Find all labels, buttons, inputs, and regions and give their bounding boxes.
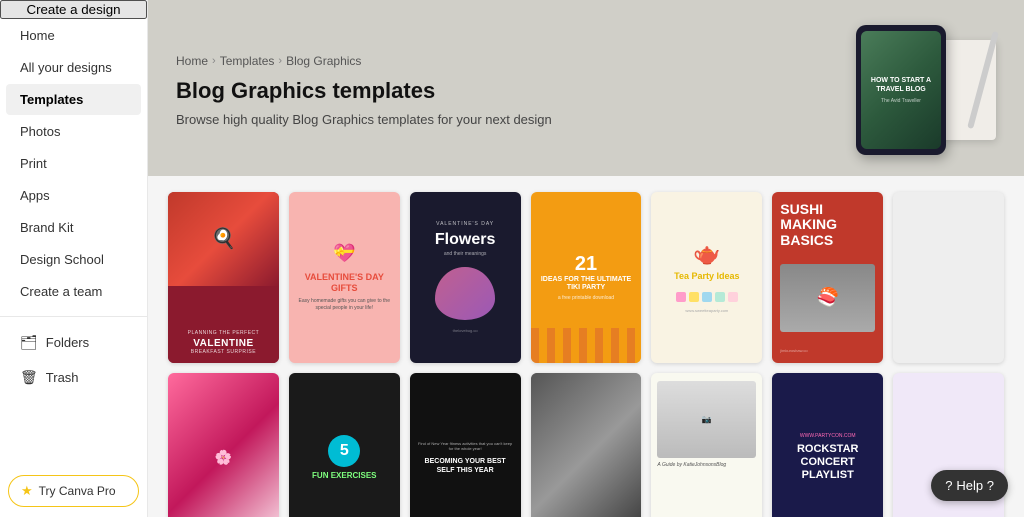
cup-3 <box>702 292 712 302</box>
breadcrumb-sep-2: › <box>278 55 282 67</box>
breadcrumb: Home › Templates › Blog Graphics <box>176 54 776 68</box>
breadcrumb-current: Blog Graphics <box>286 54 361 68</box>
guide-author: A Guide by KatieJohnsonsBlog <box>657 462 756 468</box>
try-pro-button[interactable]: ★ Try Canva Pro <box>8 475 139 507</box>
sidebar-item-design-school[interactable]: Design School <box>6 244 141 275</box>
sidebar-item-all-designs[interactable]: All your designs <box>6 52 141 83</box>
exercises-title: FUN EXERCISES <box>312 471 376 481</box>
template-card-placeholder-r1[interactable] <box>893 192 1004 363</box>
phone-subtext: The Avid Traveller <box>881 98 921 104</box>
star-icon: ★ <box>21 483 33 499</box>
flowers-site: thelovebug.co <box>453 328 478 333</box>
teaparty-site: www.sweetteaparty.com <box>685 308 728 313</box>
template-card-teaparty[interactable]: 🫖 Tea Party Ideas www.sweetteaparty.com <box>651 192 762 363</box>
template-card-guide[interactable]: 📷 A Guide by KatieJohnsonsBlog <box>651 373 762 517</box>
sidebar-item-apps[interactable]: Apps <box>6 180 141 211</box>
card-large-text: VALENTINE <box>172 338 275 349</box>
cup-4 <box>715 292 725 302</box>
template-card-exercises[interactable]: 5 FUN EXERCISES <box>289 373 400 517</box>
template-card-bestself[interactable]: Find of New Year fitness activities that… <box>410 373 521 517</box>
cup-5 <box>728 292 738 302</box>
teaparty-icon: 🫖 <box>693 241 720 267</box>
tiki-sub: a free printable download <box>558 295 614 301</box>
bestself-top-text: Find of New Year fitness activities that… <box>418 441 513 451</box>
food-image: 🍳 <box>168 192 279 286</box>
tiki-number: 21 <box>575 254 597 274</box>
exercises-number: 5 <box>328 435 360 467</box>
template-card-valentine[interactable]: 🍳 planning the perfect VALENTINE breakfa… <box>168 192 279 363</box>
tiki-pattern <box>531 328 642 362</box>
card-bottom-text: planning the perfect VALENTINE breakfast… <box>168 324 279 363</box>
template-card-pink[interactable]: 🌸 <box>168 373 279 517</box>
template-card-sushi[interactable]: SUSHI MAKING BASICS 🍣 jimkuroshaw.co <box>772 192 883 363</box>
sidebar-item-trash[interactable]: 🗑 Trash <box>6 361 141 394</box>
bestself-title: BECOMING YOUR BEST SELF THIS YEAR <box>418 457 513 475</box>
sidebar-item-create-team[interactable]: Create a team <box>6 276 141 307</box>
breadcrumb-home[interactable]: Home <box>176 54 208 68</box>
template-card-rockstar[interactable]: WWW.PARTYCON.COM ROCKSTAR CONCERT PLAYLI… <box>772 373 883 517</box>
help-icon: ? <box>945 478 952 493</box>
pink-inner: 🌸 <box>168 373 279 517</box>
phone-screen: HOW TO START A TRAVEL BLOG The Avid Trav… <box>861 31 941 149</box>
folder-icon: 🗂 <box>20 334 38 351</box>
create-design-button[interactable]: Create a design <box>0 0 147 19</box>
gifts-subtitle: Easy homemade gifts you can give to the … <box>297 298 392 311</box>
flowers-title: Flowers <box>435 231 495 249</box>
teaparty-title: Tea Party Ideas <box>674 271 739 282</box>
main-content: Home › Templates › Blog Graphics Blog Gr… <box>148 0 1024 517</box>
sidebar-item-brand-kit[interactable]: Brand Kit <box>6 212 141 243</box>
page-title: Blog Graphics templates <box>176 78 776 104</box>
template-card-gifts[interactable]: 💝 VALENTINE'S DAY GIFTS Easy homemade gi… <box>289 192 400 363</box>
teaparty-cups <box>676 292 738 302</box>
card-small-text: planning the perfect <box>172 330 275 336</box>
guide-image: 📷 <box>657 381 756 458</box>
sidebar-item-folders[interactable]: 🗂 Folders <box>6 326 141 359</box>
hero-image: HOW TO START A TRAVEL BLOG The Avid Trav… <box>776 20 996 160</box>
breadcrumb-templates[interactable]: Templates <box>220 54 275 68</box>
rockstar-site: WWW.PARTYCON.COM <box>800 433 856 439</box>
sidebar-item-print[interactable]: Print <box>6 148 141 179</box>
hearts-decoration: 💝 <box>333 243 355 264</box>
templates-grid-section: 🍳 planning the perfect VALENTINE breakfa… <box>148 176 1024 517</box>
sidebar-bottom: ★ Try Canva Pro <box>0 465 147 517</box>
templates-grid: 🍳 planning the perfect VALENTINE breakfa… <box>168 192 1004 517</box>
breadcrumb-sep-1: › <box>212 55 216 67</box>
cup-2 <box>689 292 699 302</box>
hero-banner: Home › Templates › Blog Graphics Blog Gr… <box>148 0 1024 176</box>
help-label: Help ? <box>956 478 994 493</box>
sidebar-item-templates[interactable]: Templates <box>6 84 141 115</box>
card-sub-text: breakfast surprise <box>172 349 275 355</box>
flowers-sub: and their meanings <box>444 251 487 257</box>
trash-icon: 🗑 <box>20 369 38 386</box>
sidebar: Create a design Home All your designs Te… <box>0 0 148 517</box>
template-card-flowers[interactable]: Valentine's Day Flowers and their meanin… <box>410 192 521 363</box>
help-button[interactable]: ? Help ? <box>931 470 1008 501</box>
tiki-title: IDEAS FOR THE ULTIMATE TIKI PARTY <box>537 276 636 293</box>
template-card-tiki[interactable]: 21 IDEAS FOR THE ULTIMATE TIKI PARTY a f… <box>531 192 642 363</box>
phone-text: HOW TO START A TRAVEL BLOG <box>869 76 933 94</box>
sidebar-item-home[interactable]: Home <box>6 20 141 51</box>
rockstar-title: ROCKSTAR CONCERT PLAYLIST <box>780 443 875 483</box>
sushi-image: 🍣 <box>780 264 875 332</box>
hero-subtitle: Browse high quality Blog Graphics templa… <box>176 112 776 127</box>
trash-label: Trash <box>46 370 79 385</box>
sushi-site: jimkuroshaw.co <box>780 348 875 353</box>
hero-text-area: Home › Templates › Blog Graphics Blog Gr… <box>176 54 776 127</box>
bw-inner: 💑 <box>531 373 642 517</box>
gifts-title: VALENTINE'S DAY GIFTS <box>297 272 392 294</box>
phone-mockup: HOW TO START A TRAVEL BLOG The Avid Trav… <box>856 25 946 155</box>
cup-1 <box>676 292 686 302</box>
try-pro-label: Try Canva Pro <box>39 484 116 498</box>
flower-image <box>435 267 494 320</box>
flowers-label: Valentine's Day <box>436 221 494 227</box>
sushi-title: SUSHI MAKING BASICS <box>780 202 875 248</box>
nav-divider <box>0 316 147 317</box>
template-card-bw[interactable]: 💑 <box>531 373 642 517</box>
sidebar-item-photos[interactable]: Photos <box>6 116 141 147</box>
folders-label: Folders <box>46 335 89 350</box>
card-top-image: 🍳 <box>168 192 279 286</box>
